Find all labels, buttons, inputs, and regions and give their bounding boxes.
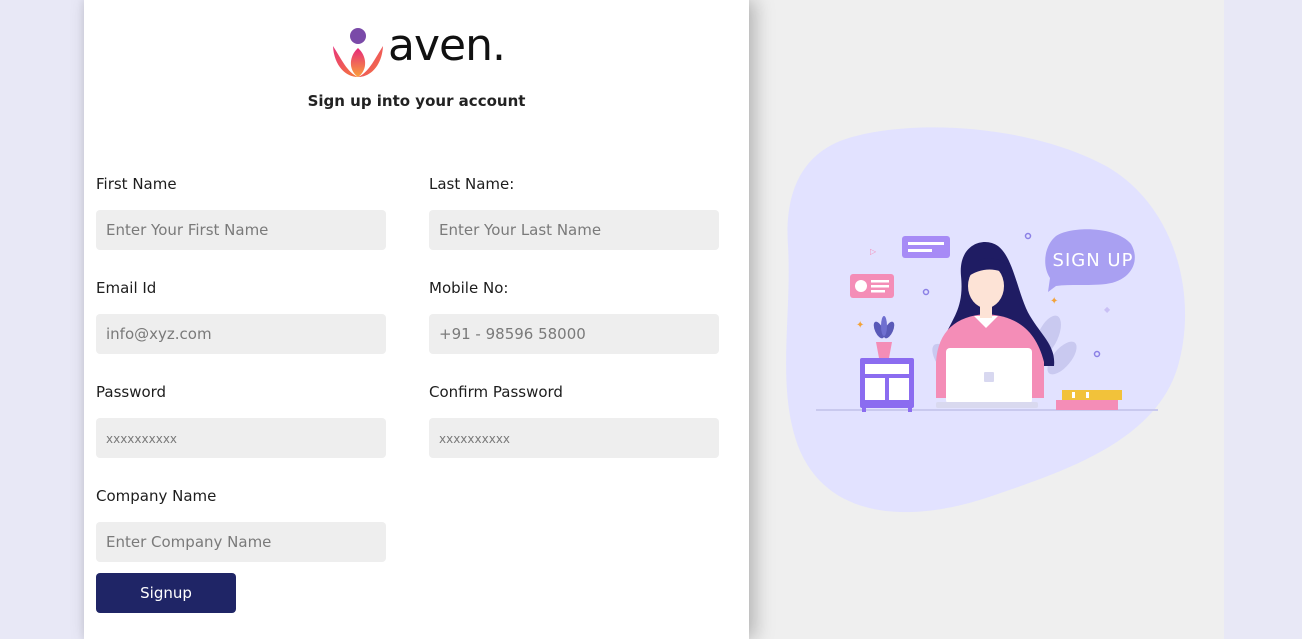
- first-name-input[interactable]: [96, 210, 386, 250]
- svg-text:▷: ▷: [870, 247, 877, 256]
- svg-text:◆: ◆: [1104, 305, 1111, 314]
- signup-illustration: SIGN UP ✦ ✦ ◆ ▷: [786, 126, 1190, 518]
- profile-card-icon: [850, 274, 894, 298]
- first-name-group: First Name: [96, 173, 386, 250]
- email-label: Email Id: [96, 279, 157, 297]
- email-group: Email Id: [96, 277, 386, 354]
- password-input[interactable]: [96, 418, 386, 458]
- svg-text:✦: ✦: [856, 320, 864, 331]
- company-name-group: Company Name: [96, 485, 386, 562]
- svg-text:✦: ✦: [1050, 296, 1058, 307]
- signup-button[interactable]: Signup: [96, 573, 236, 613]
- lotus-logo-icon: [333, 28, 383, 77]
- mobile-input[interactable]: [429, 314, 719, 354]
- first-name-label: First Name: [96, 175, 177, 193]
- confirm-password-input[interactable]: [429, 418, 719, 458]
- confirm-password-group: Confirm Password: [429, 381, 719, 458]
- last-name-input[interactable]: [429, 210, 719, 250]
- confirm-password-label: Confirm Password: [429, 383, 563, 401]
- page-subtitle: Sign up into your account: [307, 92, 526, 110]
- company-name-label: Company Name: [96, 487, 217, 505]
- brand-logo: aven.: [332, 20, 506, 80]
- last-name-group: Last Name:: [429, 173, 719, 250]
- mobile-group: Mobile No:: [429, 277, 719, 354]
- company-name-input[interactable]: [96, 522, 386, 562]
- mobile-label: Mobile No:: [429, 279, 509, 297]
- password-group: Password: [96, 381, 386, 458]
- signup-card: aven. Sign up into your account First Na…: [84, 0, 749, 639]
- email-input[interactable]: [96, 314, 386, 354]
- books-stack-icon: [1056, 390, 1122, 410]
- password-label: Password: [96, 383, 167, 401]
- brand-name: aven.: [388, 20, 506, 71]
- last-name-label: Last Name:: [429, 175, 515, 193]
- sign-up-text: SIGN UP: [1053, 250, 1134, 271]
- password-card-icon: [902, 236, 950, 258]
- drawer-cabinet-icon: [860, 358, 914, 412]
